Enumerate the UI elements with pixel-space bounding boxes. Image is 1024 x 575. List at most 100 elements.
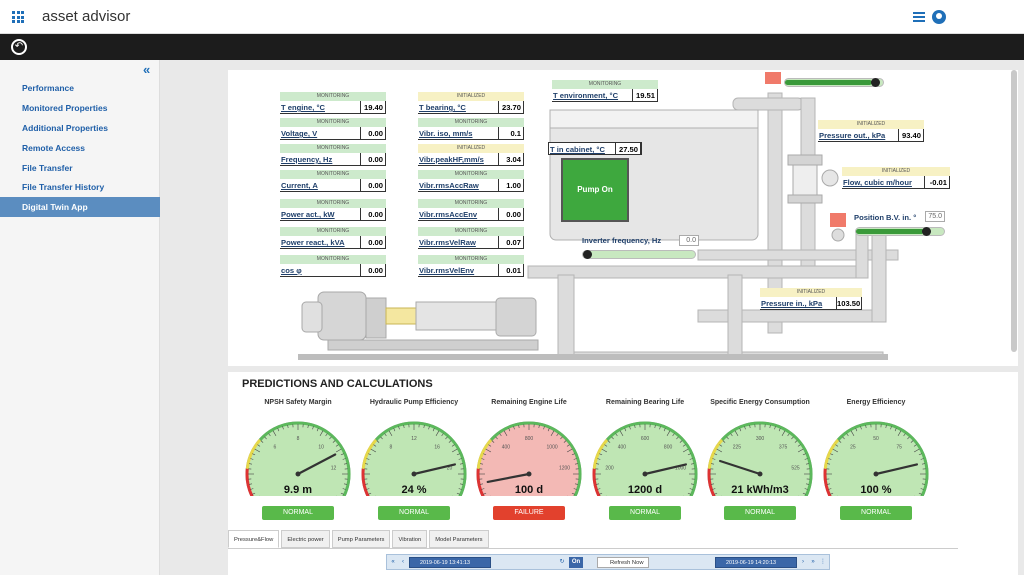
last-page-icon[interactable]: »	[809, 557, 817, 568]
metric-label[interactable]: Power act., kW	[280, 208, 360, 220]
gauge-status-badge: NORMAL	[262, 506, 334, 520]
gauge: Specific Energy Consumption 225 300 375 525…	[702, 388, 818, 528]
sidebar-item-remote-access[interactable]: Remote Access	[0, 138, 160, 158]
user-icon[interactable]	[932, 10, 946, 24]
metric-label[interactable]: Vibr. iso, mm/s	[418, 127, 498, 139]
metric-status: MONITORING	[280, 92, 386, 101]
gauge-value: 21 kWh/m3	[731, 484, 789, 496]
metric-t-bearing: INITIALIZED T bearing, °C 23.70	[418, 92, 524, 116]
scrollbar[interactable]	[1011, 70, 1017, 352]
metric-label[interactable]: Pressure out., kPa	[818, 129, 898, 141]
auto-refresh-on-button[interactable]: On	[569, 557, 583, 568]
metric-label[interactable]: T bearing, °C	[418, 101, 498, 113]
gauge-tick-label: 12	[411, 436, 417, 442]
gauge-tick-label: 375	[779, 444, 788, 450]
more-icon[interactable]: ⋮	[819, 557, 827, 568]
metric-value: 0.00	[360, 208, 386, 220]
metric-pressure-out: INITIALIZED Pressure out., kPa 93.40	[818, 120, 924, 144]
gauge-value: 24 %	[401, 484, 427, 496]
metric-vibr-peak-hf: INITIALIZED Vibr.peakHF,mm/s 3.04	[418, 144, 524, 168]
metric-label[interactable]: Voltage, V	[280, 127, 360, 139]
refresh-auto-icon[interactable]: ↻	[557, 557, 567, 568]
position-bv-slider-knob[interactable]	[922, 227, 932, 236]
metric-label[interactable]: Vibr.rmsVelEnv	[418, 264, 498, 276]
metric-label[interactable]: cos φ	[280, 264, 360, 276]
gauge-status-badge: NORMAL	[378, 506, 450, 520]
metric-value: 0.07	[498, 236, 524, 248]
gauge-title: NPSH Safety Margin	[264, 399, 332, 406]
top-valve-slider[interactable]	[784, 78, 884, 87]
inverter-frequency-slider[interactable]	[582, 250, 696, 259]
gauge: Hydraulic Pump Efficiency 8 12 16 20 24 % N…	[356, 388, 472, 528]
metric-label[interactable]: Vibr.rmsAccRaw	[418, 179, 498, 191]
metric-value: 0.01	[498, 264, 524, 276]
inverter-slider-knob[interactable]	[583, 250, 592, 259]
sidebar: « Performance Monitored Properties Addit…	[0, 60, 160, 575]
sidebar-item-performance[interactable]: Performance	[0, 78, 160, 98]
sidebar-item-file-transfer[interactable]: File Transfer	[0, 158, 160, 178]
tab-pressure-flow[interactable]: Pressure&Flow	[228, 530, 280, 548]
metric-value: 19.51	[632, 89, 658, 101]
refresh-now-button[interactable]: Refresh Now	[597, 557, 649, 568]
position-bv-label: Position B.V. in. °	[854, 213, 917, 222]
metric-status: INITIALIZED	[418, 144, 524, 153]
metric-label[interactable]: Vibr.peakHF,mm/s	[418, 153, 498, 165]
inverter-frequency-input[interactable]: 0.0	[679, 235, 699, 246]
metric-status: MONITORING	[280, 227, 386, 236]
pump-on-button[interactable]: Pump On	[561, 158, 629, 222]
metric-label[interactable]: T environment, °C	[552, 89, 632, 101]
metric-label[interactable]: T in cabinet, °C	[549, 143, 615, 154]
tab-electric-power[interactable]: Electric power	[281, 530, 330, 548]
metric-value: 0.00	[360, 127, 386, 139]
metric-label[interactable]: Vibr.rmsVelRaw	[418, 236, 498, 248]
gauge-tick-label: 50	[873, 436, 879, 442]
metric-status: MONITORING	[280, 199, 386, 208]
metric-status: MONITORING	[418, 170, 524, 179]
metric-status: MONITORING	[552, 80, 658, 89]
gauge: Energy Efficiency 25 50 75 100 % NORMAL	[818, 388, 934, 528]
sidebar-item-digital-twin-app[interactable]: Digital Twin App	[0, 197, 160, 217]
back-icon[interactable]: ↶	[11, 39, 27, 55]
gauge-tick-label: 12	[331, 466, 337, 472]
metric-label[interactable]: Frequency, Hz	[280, 153, 360, 165]
menu-icon[interactable]	[913, 12, 925, 22]
sidebar-item-monitored-properties[interactable]: Monitored Properties	[0, 98, 160, 118]
sidebar-item-additional-properties[interactable]: Additional Properties	[0, 118, 160, 138]
gauge-title: Hydraulic Pump Efficiency	[369, 399, 459, 406]
metric-value: -0.01	[924, 176, 950, 188]
metric-label[interactable]: Current, A	[280, 179, 360, 191]
start-date-picker[interactable]: 2019-06-19 13:41:13	[409, 557, 491, 568]
collapse-sidebar-icon[interactable]: «	[143, 62, 150, 77]
gauge-tick-label: 600	[641, 436, 650, 442]
gauge: NPSH Safety Margin 6 8 10 12 9.9 m NORMAL	[240, 388, 356, 528]
top-valve-slider-knob[interactable]	[870, 78, 880, 87]
gauge-title: Specific Energy Consumption	[710, 399, 810, 406]
gauge-tick-label: 525	[791, 466, 800, 472]
gauge-value: 1200 d	[627, 484, 663, 496]
gauge-tick-label: 1200	[559, 466, 570, 472]
next-icon[interactable]: ›	[799, 557, 807, 568]
top-valve-slider-fill	[785, 80, 873, 85]
gauge-value: 9.9 m	[283, 484, 313, 496]
gauge-tick-label: 75	[896, 444, 902, 450]
app-grid-icon[interactable]	[12, 11, 24, 23]
metric-vibr-iso: MONITORING Vibr. iso, mm/s 0.1	[418, 118, 524, 142]
metric-label[interactable]: Vibr.rmsAccEnv	[418, 208, 498, 220]
end-date-picker[interactable]: 2019-06-19 14:20:13	[715, 557, 797, 568]
app-title: asset advisor	[42, 8, 131, 25]
previous-icon[interactable]: ‹	[399, 557, 407, 568]
gauge-tick-label: 16	[434, 444, 440, 450]
tab-pump-parameters[interactable]: Pump Parameters	[331, 530, 391, 548]
first-page-icon[interactable]: «	[389, 557, 397, 568]
metric-label[interactable]: T engine, °C	[280, 101, 360, 113]
sidebar-item-file-transfer-history[interactable]: File Transfer History	[0, 177, 160, 197]
position-bv-slider[interactable]	[855, 227, 945, 236]
metric-label[interactable]: Pressure in., kPa	[760, 297, 836, 309]
position-bv-input[interactable]: 75.0	[925, 211, 945, 222]
tab-vibration[interactable]: Vibration	[392, 530, 428, 548]
metric-label[interactable]: Power react., kVA	[280, 236, 360, 248]
metric-value: 1.00	[498, 179, 524, 191]
metric-status: MONITORING	[418, 199, 524, 208]
metric-label[interactable]: Flow, cubic m/hour	[842, 176, 924, 188]
tab-model-parameters[interactable]: Model Parameters	[429, 530, 489, 548]
